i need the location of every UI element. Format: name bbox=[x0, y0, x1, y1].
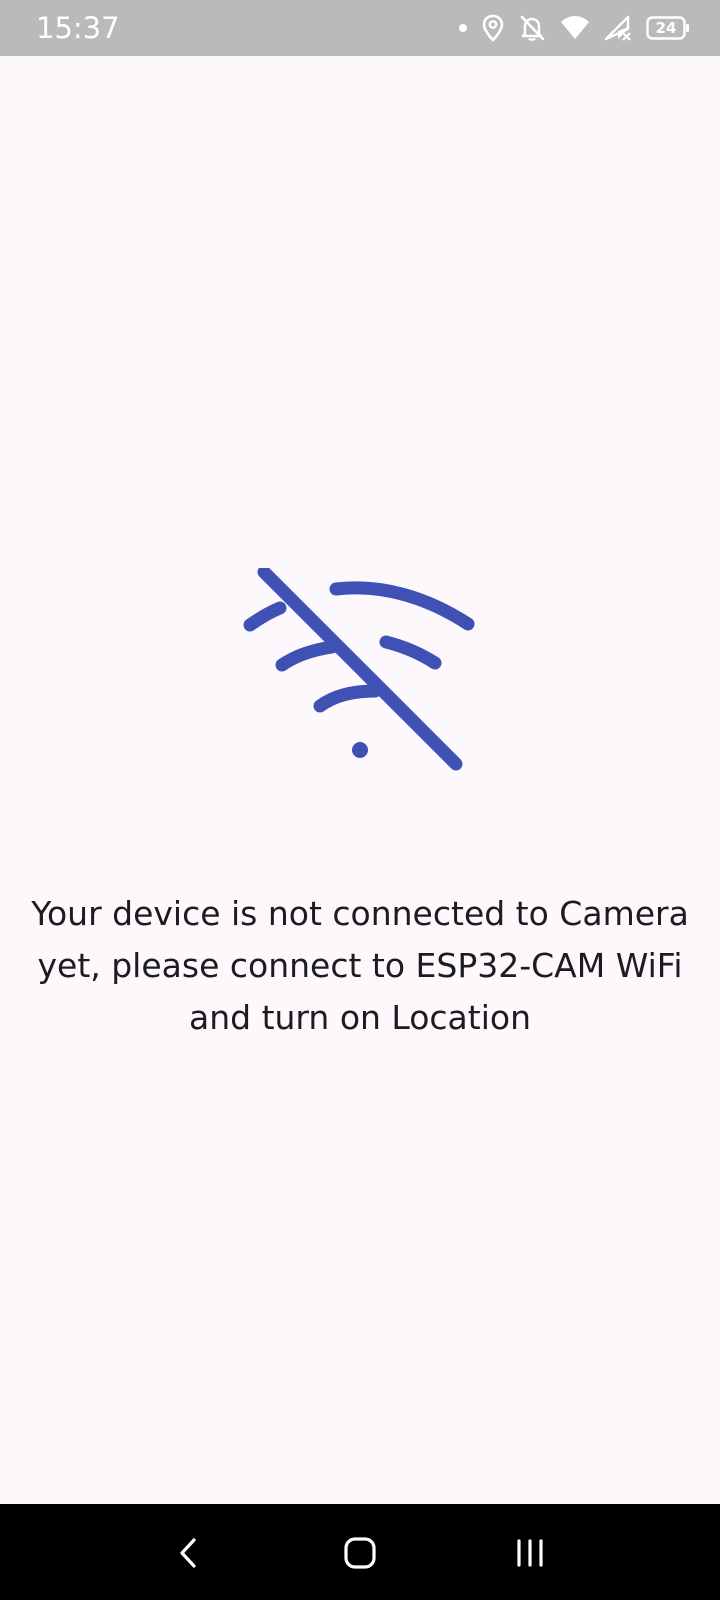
battery-icon: 24 bbox=[646, 16, 690, 40]
notifications-off-icon bbox=[518, 14, 546, 42]
status-time: 15:37 bbox=[36, 11, 120, 45]
back-icon bbox=[180, 1538, 196, 1568]
recents-icon bbox=[517, 1539, 543, 1567]
navigation-bar bbox=[0, 1504, 720, 1600]
battery-level: 24 bbox=[655, 19, 677, 37]
wifi-off-icon bbox=[243, 568, 475, 771]
cellular-no-signal-icon bbox=[604, 15, 632, 41]
wifi-icon bbox=[560, 15, 590, 41]
home-icon bbox=[344, 1537, 376, 1569]
location-icon bbox=[482, 14, 504, 42]
main-content: Your device is not connected to Camera y… bbox=[0, 56, 720, 1504]
connection-message: Your device is not connected to Camera y… bbox=[31, 894, 689, 1037]
recents-button[interactable] bbox=[500, 1528, 560, 1578]
home-button[interactable] bbox=[330, 1528, 390, 1578]
status-icons: 24 bbox=[458, 10, 690, 46]
back-button[interactable] bbox=[158, 1528, 218, 1578]
status-bar: 15:37 24 bbox=[0, 0, 720, 56]
notification-dot-icon bbox=[458, 23, 468, 33]
